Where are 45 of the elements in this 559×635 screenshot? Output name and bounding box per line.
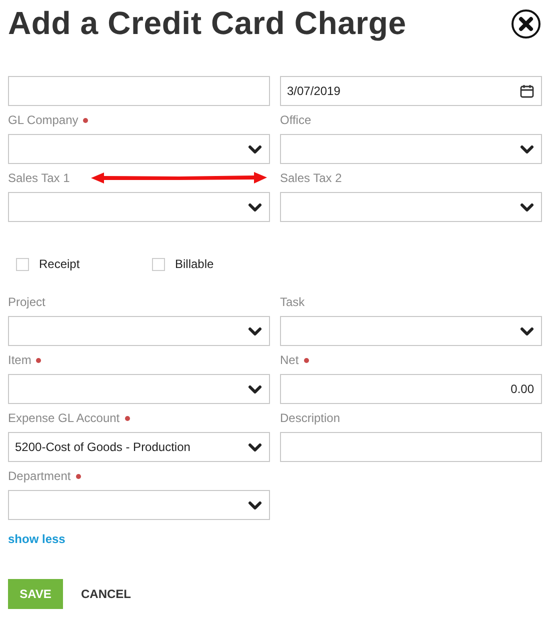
field-label: Description <box>280 411 340 425</box>
field-label: Department <box>8 469 71 483</box>
dropdown[interactable] <box>8 316 270 346</box>
number-field[interactable]: 0.00 <box>280 374 542 404</box>
field-label: Net <box>280 353 299 367</box>
field-label: Task <box>280 295 305 309</box>
chevron-down-icon <box>248 442 262 452</box>
checkbox[interactable] <box>152 258 165 270</box>
field-label: Item <box>8 353 32 367</box>
field-value: 5200-Cost of Goods - Production <box>15 440 190 454</box>
chevron-down-icon <box>248 202 262 212</box>
chevron-down-icon <box>248 384 262 394</box>
field-label: GL Company <box>8 113 78 127</box>
chevron-down-icon <box>248 326 262 336</box>
chevron-down-icon <box>520 202 534 212</box>
field-value: 0.00 <box>510 382 534 396</box>
chevron-down-icon <box>248 144 262 154</box>
checkbox-label: Receipt <box>39 257 80 271</box>
close-icon <box>511 9 541 39</box>
text-field[interactable] <box>280 432 542 462</box>
field-label: Office <box>280 113 312 127</box>
field-label: Project <box>8 295 46 309</box>
dropdown[interactable] <box>280 192 542 222</box>
field-label: Expense GL Account <box>8 411 120 425</box>
chevron-down-icon <box>248 500 262 510</box>
dropdown[interactable] <box>8 374 270 404</box>
chevron-down-icon <box>520 144 534 154</box>
field-value: 3/07/2019 <box>287 84 340 98</box>
checkbox[interactable] <box>16 258 29 270</box>
text-field[interactable] <box>8 76 270 106</box>
field-label: Sales Tax 2 <box>280 171 342 185</box>
field-label: Sales Tax 1 <box>8 171 70 185</box>
date-field[interactable]: 3/07/2019 <box>280 76 542 106</box>
checkbox-label: Billable <box>175 257 214 271</box>
cancel-button[interactable]: CANCEL <box>81 587 131 601</box>
dropdown[interactable] <box>8 134 270 164</box>
calendar-icon <box>520 84 534 98</box>
dropdown[interactable] <box>8 490 270 520</box>
close-button[interactable] <box>511 9 541 39</box>
dialog-title: Add a Credit Card Charge <box>8 4 406 42</box>
chevron-down-icon <box>520 326 534 336</box>
dropdown[interactable] <box>280 134 542 164</box>
dropdown[interactable]: 5200-Cost of Goods - Production <box>8 432 270 462</box>
dropdown[interactable] <box>280 316 542 346</box>
dropdown[interactable] <box>8 192 270 222</box>
